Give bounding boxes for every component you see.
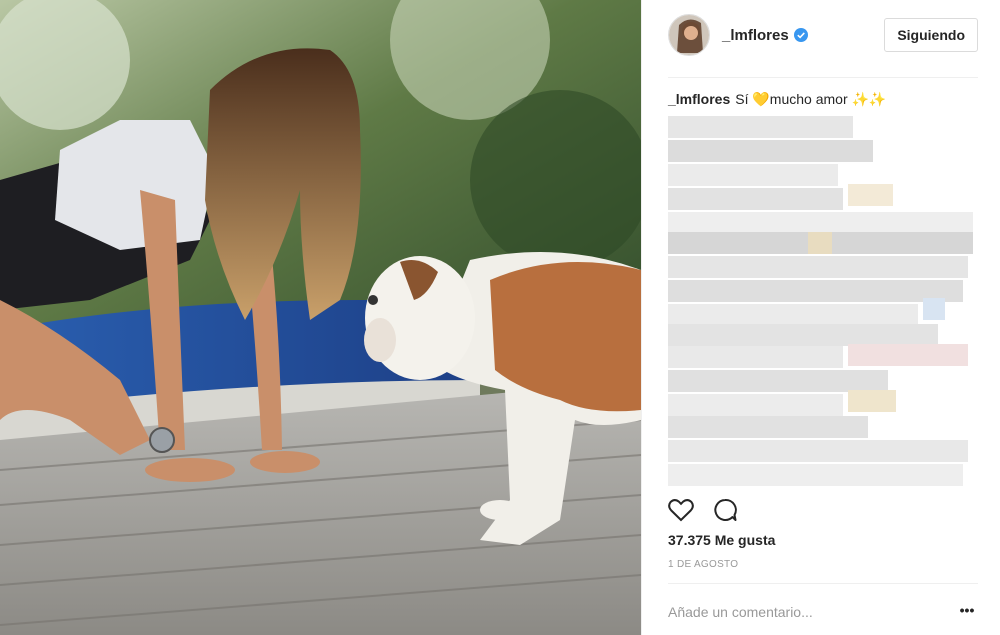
pixelated-comments: [668, 116, 973, 486]
post-header: _lmflores Siguiendo: [668, 12, 978, 58]
header-divider: [668, 77, 978, 78]
comment-bubble-icon[interactable]: [712, 498, 738, 522]
post-image: [0, 0, 641, 635]
post-date[interactable]: 1 DE AGOSTO: [668, 559, 738, 570]
likes-count[interactable]: 37.375 Me gusta: [668, 532, 775, 548]
following-button[interactable]: Siguiendo: [884, 18, 978, 52]
avatar-image: [669, 15, 709, 55]
avatar[interactable]: [668, 14, 710, 56]
caption-text: Sí 💛mucho amor ✨✨: [735, 91, 887, 107]
post-actions: [668, 497, 738, 523]
comment-input[interactable]: [668, 602, 938, 622]
post-caption: _lmflores Sí 💛mucho amor ✨✨: [668, 91, 978, 108]
caption-username[interactable]: _lmflores: [668, 91, 730, 107]
post-sidebar: _lmflores Siguiendo _lmflores Sí 💛mucho a…: [641, 0, 1000, 635]
comment-divider: [668, 583, 978, 584]
post-photo[interactable]: [0, 0, 641, 635]
heart-outline-icon[interactable]: [668, 498, 694, 522]
author-username[interactable]: _lmflores: [722, 27, 789, 44]
verified-badge-icon: [793, 28, 808, 42]
more-options-icon[interactable]: •••: [956, 600, 978, 620]
